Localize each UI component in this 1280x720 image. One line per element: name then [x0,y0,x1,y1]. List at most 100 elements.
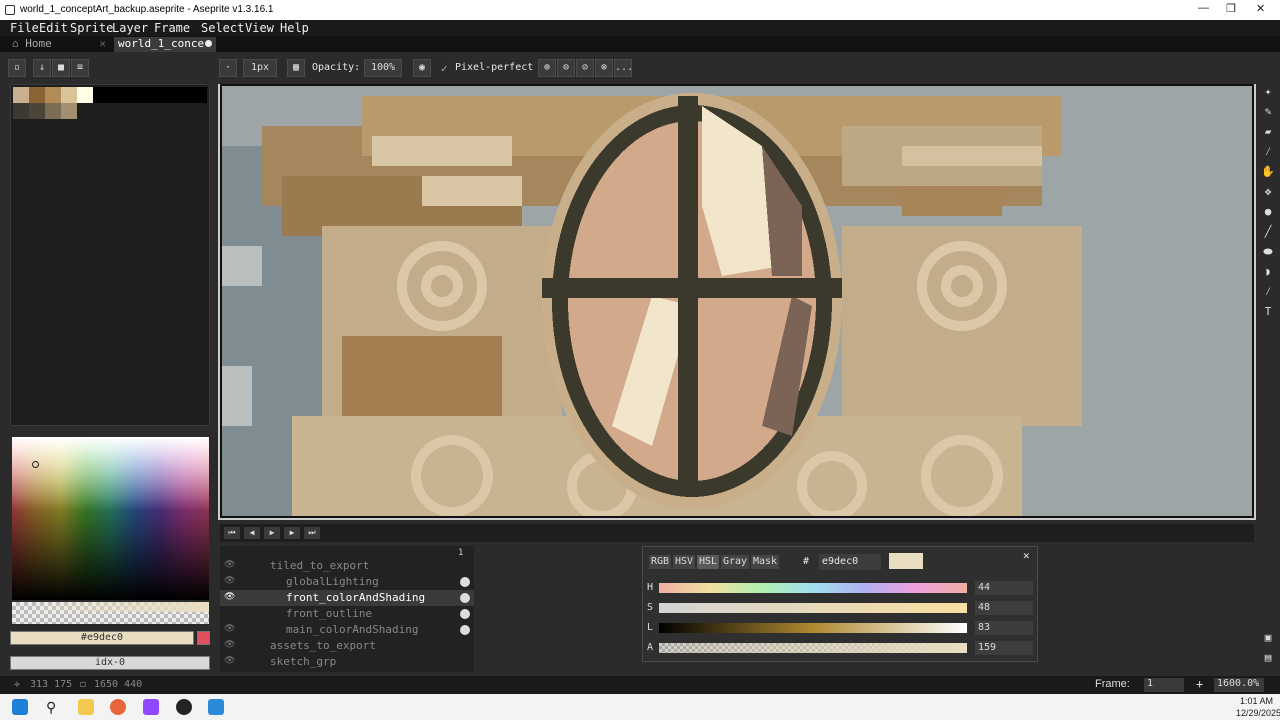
hue-value[interactable]: 44 [975,581,1033,595]
eraser-icon[interactable]: ▰ [1260,124,1276,140]
mode-mask[interactable]: Mask [751,555,780,569]
checkbox-icon[interactable]: ✓ [441,62,448,75]
saturation-row[interactable]: S 48 [647,601,1033,615]
fill-icon[interactable]: ● [1260,204,1276,220]
play-icon[interactable]: ▶ [264,527,280,539]
contour-icon[interactable]: ◗ [1260,264,1276,280]
menu-view[interactable]: View [245,21,274,35]
foreground-color-field[interactable]: #e9dec0 [10,631,194,645]
eye-icon[interactable]: 👁 [224,640,235,650]
mode-hsv[interactable]: HSV [673,555,696,569]
prev-frame-icon[interactable]: ◀ [244,527,260,539]
next-frame-icon[interactable]: ▶ [284,527,300,539]
menu-sprite[interactable]: Sprite [70,21,113,35]
hue-row[interactable]: H 44 [647,581,1033,595]
blur-icon[interactable]: ⁄ [1260,284,1276,300]
lock-icon[interactable]: ▫ [8,59,26,77]
aseprite-icon[interactable] [208,699,224,715]
warning-icon[interactable] [197,631,210,645]
move-icon[interactable]: ✥ [1260,184,1276,200]
close-button[interactable]: ✕ [1256,2,1265,15]
color-spectrum[interactable] [12,437,209,600]
layer-row-active[interactable]: 👁 front_colorAndShading [220,590,474,606]
save-icon[interactable]: ■ [52,59,70,77]
alpha-value[interactable]: 159 [975,641,1033,655]
menu-frame[interactable]: Frame [154,21,190,35]
spectrum-cursor[interactable] [32,461,39,468]
layer-row[interactable]: front_outline [220,606,474,622]
alpha-slider-bar[interactable] [659,643,967,653]
last-frame-icon[interactable]: ⏭ [304,527,320,539]
pixel-perfect-label[interactable]: Pixel-perfect [455,62,533,73]
minimize-button[interactable]: — [1198,2,1209,14]
download-icon[interactable]: ↓ [33,59,51,77]
alpha-row[interactable]: A 159 [647,641,1033,655]
sprite-canvas[interactable] [220,84,1254,518]
mode-gray[interactable]: Gray [721,555,750,569]
cel-dot[interactable] [460,625,470,635]
symmetry-h-icon[interactable]: ⊖ [557,59,575,77]
menu-help[interactable]: Help [280,21,309,35]
symmetry-v-icon[interactable]: ⊘ [576,59,594,77]
layer-row[interactable]: 👁 main_colorAndShading [220,622,474,638]
text-icon[interactable]: T [1260,304,1276,320]
firefox-icon[interactable] [110,699,126,715]
brush-size-field[interactable]: 1px [243,59,277,77]
eye-icon[interactable]: 👁 [224,656,235,666]
brush-pattern-icon[interactable]: ▦ [287,59,305,77]
layer-row[interactable]: 👁 globalLighting [220,574,474,590]
marquee-icon[interactable]: ✦ [1260,84,1276,100]
lightness-slider[interactable] [659,623,967,633]
windows-start-icon[interactable] [12,699,28,715]
hue-slider[interactable] [659,583,967,593]
hand-icon[interactable]: ✋ [1260,164,1276,180]
menu-file[interactable]: File [10,21,39,35]
hex-field[interactable]: e9dec0 [819,554,881,570]
pencil-icon[interactable]: ✎ [1260,104,1276,120]
line-icon[interactable]: ╱ [1260,224,1276,240]
eyedropper-icon[interactable]: ⁄ [1260,144,1276,160]
menu-edit[interactable]: Edit [39,21,68,35]
symmetry-icon[interactable]: ⊕ [538,59,556,77]
symmetry-off-icon[interactable]: ⊗ [595,59,613,77]
preview-icon[interactable]: ▣ [1260,630,1276,646]
eye-icon[interactable]: 👁 [224,576,235,586]
restore-button[interactable]: ❐ [1226,2,1236,15]
lightness-row[interactable]: L 83 [647,621,1033,635]
file-explorer-icon[interactable] [78,699,94,715]
eye-icon[interactable]: 👁 [224,624,235,634]
layer-row[interactable]: 👁 sketch_grp [220,654,474,670]
cel-dot[interactable] [460,593,470,603]
frame-field[interactable]: 1 [1144,678,1184,692]
first-frame-icon[interactable]: ⏮ [224,527,240,539]
menu-select[interactable]: Select [201,21,244,35]
color-index-field[interactable]: idx-0 [10,656,210,670]
search-icon[interactable]: ⚲ [46,699,62,715]
twitch-icon[interactable] [143,699,159,715]
cel-dot[interactable] [460,577,470,587]
close-tab-icon[interactable]: ✕ [99,37,106,50]
alpha-slider[interactable] [12,602,209,624]
tab-document[interactable]: world_1_conce [114,37,216,52]
mode-hsl[interactable]: HSL [697,555,720,569]
close-icon[interactable]: ✕ [1023,549,1030,562]
timeline-icon[interactable]: ▤ [1260,650,1276,666]
cel-dot[interactable] [460,609,470,619]
eye-icon[interactable]: 👁 [224,592,235,602]
palette[interactable] [10,84,210,426]
menu-layer[interactable]: Layer [112,21,148,35]
palette-swatches[interactable] [13,87,93,119]
ink-icon[interactable]: ◉ [413,59,431,77]
more-options-button[interactable]: ... [614,59,633,77]
tab-home[interactable]: ⌂ Home ✕ [8,37,110,52]
add-frame-icon[interactable]: + [1196,677,1203,691]
layer-row[interactable]: 👁 tiled_to_export [220,558,474,574]
saturation-value[interactable]: 48 [975,601,1033,615]
modified-dot-icon[interactable] [205,40,212,47]
layer-row[interactable]: 👁 assets_to_export [220,638,474,654]
ellipse-icon[interactable]: ⬬ [1260,244,1276,260]
palette-menu-icon[interactable]: ≡ [71,59,89,77]
obs-icon[interactable] [176,699,192,715]
brush-type-button[interactable]: · [219,59,237,77]
mode-rgb[interactable]: RGB [649,555,672,569]
